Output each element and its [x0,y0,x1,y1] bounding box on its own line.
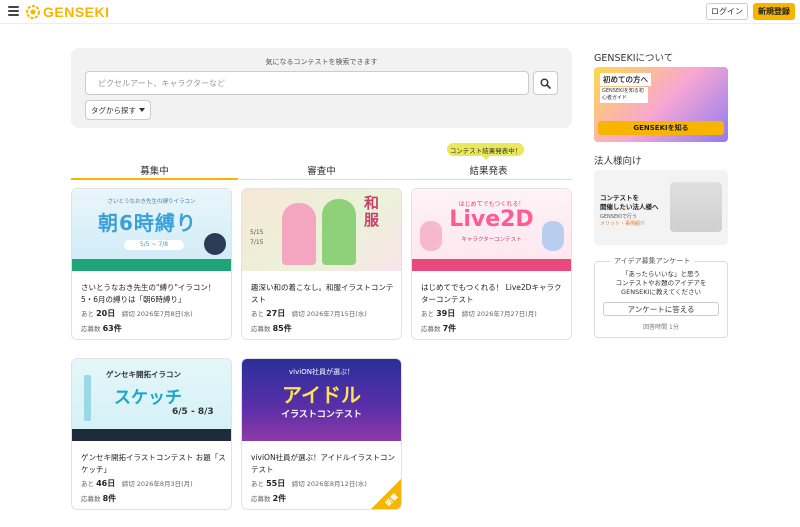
about-banner-top: 初めての方へ [600,73,651,86]
contest-deadline: あと 39日 締切 2026年7月27日(月) [421,309,537,318]
survey-title: アイデア募集アンケート [610,256,695,266]
menu-icon[interactable] [8,6,19,16]
about-heading: GENSEKIについて [594,53,674,64]
character-figure [204,233,226,255]
corp-banner-line3: GENSEKIで行う [600,214,637,220]
thumbnail-dates: 5/5 ~ 7/8 [124,240,184,250]
about-banner[interactable]: 初めての方へ GENSEKIを知る初心者ガイド GENSEKIを知る [594,67,728,142]
contest-thumbnail: ゲンセキ開拓イラコン スケッチ 6/5 - 8/3 [72,359,231,441]
thumbnail-top-text: viviON社員が選ぶ！ [289,368,354,376]
contest-card[interactable]: 和服 5/15 7/15 趣深い和の着こなし。和服イラストコンテスト あと 27… [241,188,402,340]
contest-title: viviON社員が選ぶ！アイドルイラストコンテスト [251,453,396,474]
contest-thumbnail: viviON社員が選ぶ！ アイドル イラストコンテスト [242,359,401,441]
character-figure [282,203,316,265]
contest-deadline: あと 20日 締切 2026年7月8日(水) [81,309,193,318]
pencil-figure [84,375,91,421]
search-caption: 気になるコンテストを検索できます [265,58,378,66]
thumbnail-dates-top: 5/15 [250,229,264,236]
contest-deadline: あと 27日 締切 2026年7月15日(水) [251,309,367,318]
survey-time: 回答時間 1分 [643,324,679,331]
contest-card[interactable]: はじめてでもつくれる！ Live2D キャラクターコンテスト はじめてでもつくれ… [411,188,572,340]
contest-card[interactable]: viviON社員が選ぶ！ アイドル イラストコンテスト viviON社員が選ぶ！… [241,358,402,510]
contest-thumbnail: さいとうなおき先生の縛りイラコン 朝6時縛り 5/5 ~ 7/8 [72,189,231,271]
thumbnail-footer [72,259,231,271]
survey-description: 「あったらいいな」と思う コンテストやお題のアイデアを GENSEKIに教えてく… [615,270,707,296]
contest-card[interactable]: ゲンセキ開拓イラコン スケッチ 6/5 - 8/3 ゲンセキ開拓イラストコンテス… [71,358,232,510]
corporate-banner[interactable]: コンテストを 開催したい法人様へ GENSEKIで行う メリット・事例紹介 [594,170,728,245]
contest-thumbnail: はじめてでもつくれる！ Live2D キャラクターコンテスト [412,189,571,271]
survey-answer-button[interactable]: アンケートに答える [603,302,719,316]
thumbnail-sub-text: イラストコンテスト [281,410,362,420]
contest-title: はじめてでもつくれる！ Live2Dキャラクターコンテスト [421,283,562,304]
search-icon [540,78,551,89]
site-header: GENSEKI ログイン 新規登録 [0,0,800,24]
contest-card[interactable]: さいとうなおき先生の縛りイラコン 朝6時縛り 5/5 ~ 7/8 さいとうなおき… [71,188,232,340]
contest-entries: 応募数 85件 [251,324,292,333]
caret-down-icon [139,108,145,112]
contest-entries: 応募数 2件 [251,494,287,503]
contest-title: さいとうなおき先生の"縛り"イラコン！ 5・6月の縛りは「朝6時縛り」 [81,283,216,304]
thumbnail-main-text: 和服 [364,194,380,229]
thumbnail-dates: 6/5 - 8/3 [172,407,214,417]
register-button[interactable]: 新規登録 [753,3,795,20]
office-illustration [670,182,722,232]
tab-results[interactable]: 結果発表 [405,163,572,180]
site-logo[interactable]: GENSEKI [26,3,110,21]
thumbnail-top-text: さいとうなおき先生の縛りイラコン [107,199,196,205]
contest-title: 趣深い和の着こなし。和服イラストコンテスト [251,283,394,304]
thumbnail-main-text: アイドル [282,383,361,407]
login-button[interactable]: ログイン [706,3,748,20]
thumbnail-footer [72,429,231,441]
thumbnail-dates-bottom: 7/15 [250,239,264,246]
thumbnail-footer [412,259,571,271]
tag-search-button[interactable]: タグから探す [85,100,151,120]
result-announcement-badge: コンテスト結果発表中！ [447,143,524,160]
thumbnail-main-text: 朝6時縛り [98,211,197,235]
corporate-heading: 法人様向け [594,156,642,167]
tab-active-indicator [71,178,238,180]
tab-judging[interactable]: 審査中 [238,163,405,180]
about-banner-sub: GENSEKIを知る初心者ガイド [600,87,648,103]
gem-icon [26,5,40,19]
search-button[interactable] [533,71,558,95]
thumbnail-main-text: スケッチ [114,388,182,408]
contest-entries: 応募数 8件 [81,494,117,503]
search-panel: 気になるコンテストを検索できます ピクセルアート、キャラクターなど タグから探す [71,48,572,128]
contest-entries: 応募数 7件 [421,324,457,333]
corp-banner-line2: 開催したい法人様へ [600,203,659,211]
logo-text: GENSEKI [43,4,110,20]
contest-deadline: あと 46日 締切 2026年8月3日(月) [81,479,193,488]
contest-deadline: あと 55日 締切 2026年8月12日(水) [251,479,367,488]
contest-title: ゲンセキ開拓イラストコンテスト お題「スケッチ」 [81,453,226,474]
contest-entries: 応募数 63件 [81,324,122,333]
thumbnail-top-text: ゲンセキ開拓イラコン [106,370,181,379]
contest-thumbnail: 和服 5/15 7/15 [242,189,401,271]
tag-search-label: タグから探す [91,105,136,115]
about-button[interactable]: GENSEKIを知る [598,121,724,135]
character-figure [542,221,564,251]
search-input[interactable]: ピクセルアート、キャラクターなど [85,71,529,95]
character-figure [322,199,356,265]
character-figure [420,221,442,251]
corp-banner-line4: メリット・事例紹介 [600,221,646,227]
